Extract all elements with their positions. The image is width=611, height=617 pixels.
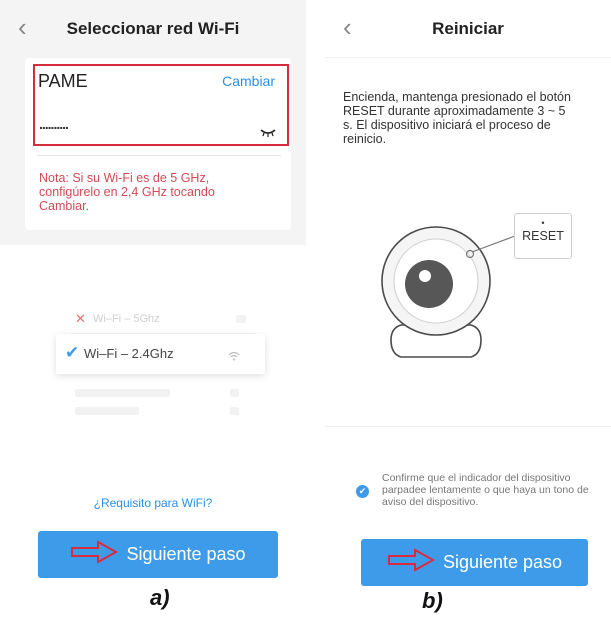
reset-label: RESET: [522, 229, 564, 243]
wifi-item-2-4ghz: ✔ Wi–Fi – 2.4Ghz: [56, 334, 265, 374]
checkmark-icon: ✔: [65, 343, 80, 362]
next-step-button[interactable]: Siguiente paso: [361, 539, 588, 586]
placeholder-line: [75, 407, 139, 415]
page-title: Reiniciar: [432, 19, 504, 38]
wifi-illustration: ✕ Wi–Fi – 5Ghz ✔ Wi–Fi – 2.4Ghz: [56, 305, 265, 425]
wifi-2-4ghz-label: Wi–Fi – 2.4Ghz: [84, 346, 174, 361]
back-chevron-icon[interactable]: ‹: [343, 14, 352, 40]
wifi-requirement-link[interactable]: ¿Requisito para WiFi?: [0, 496, 306, 510]
reset-dot: •: [541, 218, 545, 228]
panel-b: ‹ Reiniciar Encienda, mantenga presionad…: [325, 0, 611, 617]
header: ‹ Seleccionar red Wi-Fi: [0, 0, 306, 58]
placeholder-icon: [230, 389, 239, 397]
section-divider: [325, 426, 611, 427]
placeholder-icon: [236, 315, 246, 323]
reset-instructions: Encienda, mantenga presionado el botón R…: [343, 90, 571, 146]
figure-caption-b: b): [422, 588, 443, 613]
confirm-text: Confirme que el indicador del dispositiv…: [382, 472, 589, 508]
header-divider: [325, 57, 611, 58]
close-icon: ✕: [75, 311, 86, 326]
arrow-right-icon: [70, 540, 119, 569]
field-divider: [37, 155, 281, 156]
back-chevron-icon[interactable]: ‹: [18, 14, 27, 40]
wifi-band-note: Nota: Si su Wi-Fi es de 5 GHz, configúre…: [39, 171, 215, 213]
arrow-right-icon: [387, 548, 436, 577]
checkbox-checked-icon[interactable]: ✔: [356, 485, 369, 498]
next-step-label: Siguiente paso: [442, 552, 563, 572]
reset-label-box: • RESET: [514, 213, 572, 259]
panel-a: ‹ Seleccionar red Wi-Fi PAME Cambiar ...…: [0, 0, 306, 617]
header: ‹ Reiniciar: [325, 0, 611, 58]
wifi-signal-icon: [228, 348, 240, 366]
figure-caption-a: a): [150, 585, 170, 610]
next-step-button[interactable]: Siguiente paso: [38, 531, 278, 578]
placeholder-icon: [230, 407, 239, 415]
highlight-box: [33, 64, 289, 146]
next-step-label: Siguiente paso: [126, 544, 246, 564]
page-title: Seleccionar red Wi-Fi: [66, 19, 240, 38]
wifi-item-5ghz: ✕ Wi–Fi – 5Ghz: [71, 305, 255, 334]
wifi-5ghz-label: Wi–Fi – 5Ghz: [93, 313, 160, 325]
placeholder-line: [75, 389, 170, 397]
